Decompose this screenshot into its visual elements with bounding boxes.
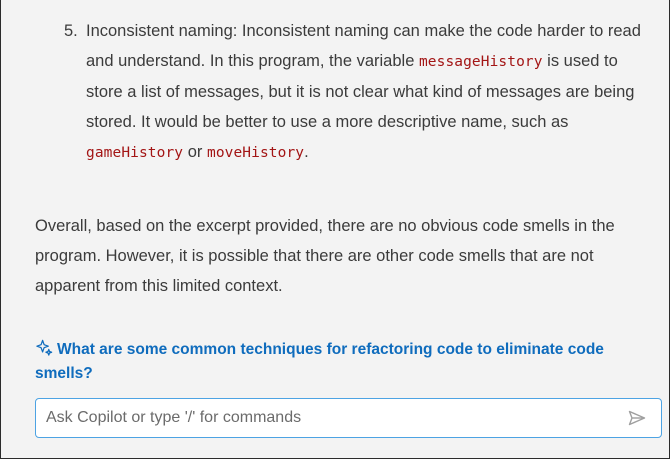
followup-suggestion-label[interactable]: What are some common techniques for refa… (35, 341, 604, 382)
chat-input-box[interactable] (35, 398, 662, 438)
window-frame: 5. Inconsistent naming: Inconsistent nam… (0, 0, 670, 459)
response-list-item: 5. Inconsistent naming: Inconsistent nam… (64, 16, 654, 168)
chat-input-field[interactable] (36, 399, 623, 437)
list-item-number: 5. (64, 22, 78, 40)
code-span-message-history: messageHistory (418, 54, 543, 70)
send-button[interactable] (623, 404, 651, 432)
send-icon (628, 410, 646, 426)
sparkle-icon (36, 339, 53, 356)
followup-suggestion-link[interactable]: What are some common techniques for refa… (35, 338, 660, 386)
copilot-chat-panel: 5. Inconsistent naming: Inconsistent nam… (2, 0, 669, 458)
code-span-move-history: moveHistory (206, 145, 305, 161)
list-item-text-part: . (304, 143, 309, 161)
list-item-text: Inconsistent naming: Inconsistent naming… (86, 16, 654, 168)
code-span-game-history: gameHistory (86, 145, 184, 161)
response-summary: Overall, based on the excerpt provided, … (35, 217, 615, 295)
list-item-text-part: or (183, 143, 207, 161)
